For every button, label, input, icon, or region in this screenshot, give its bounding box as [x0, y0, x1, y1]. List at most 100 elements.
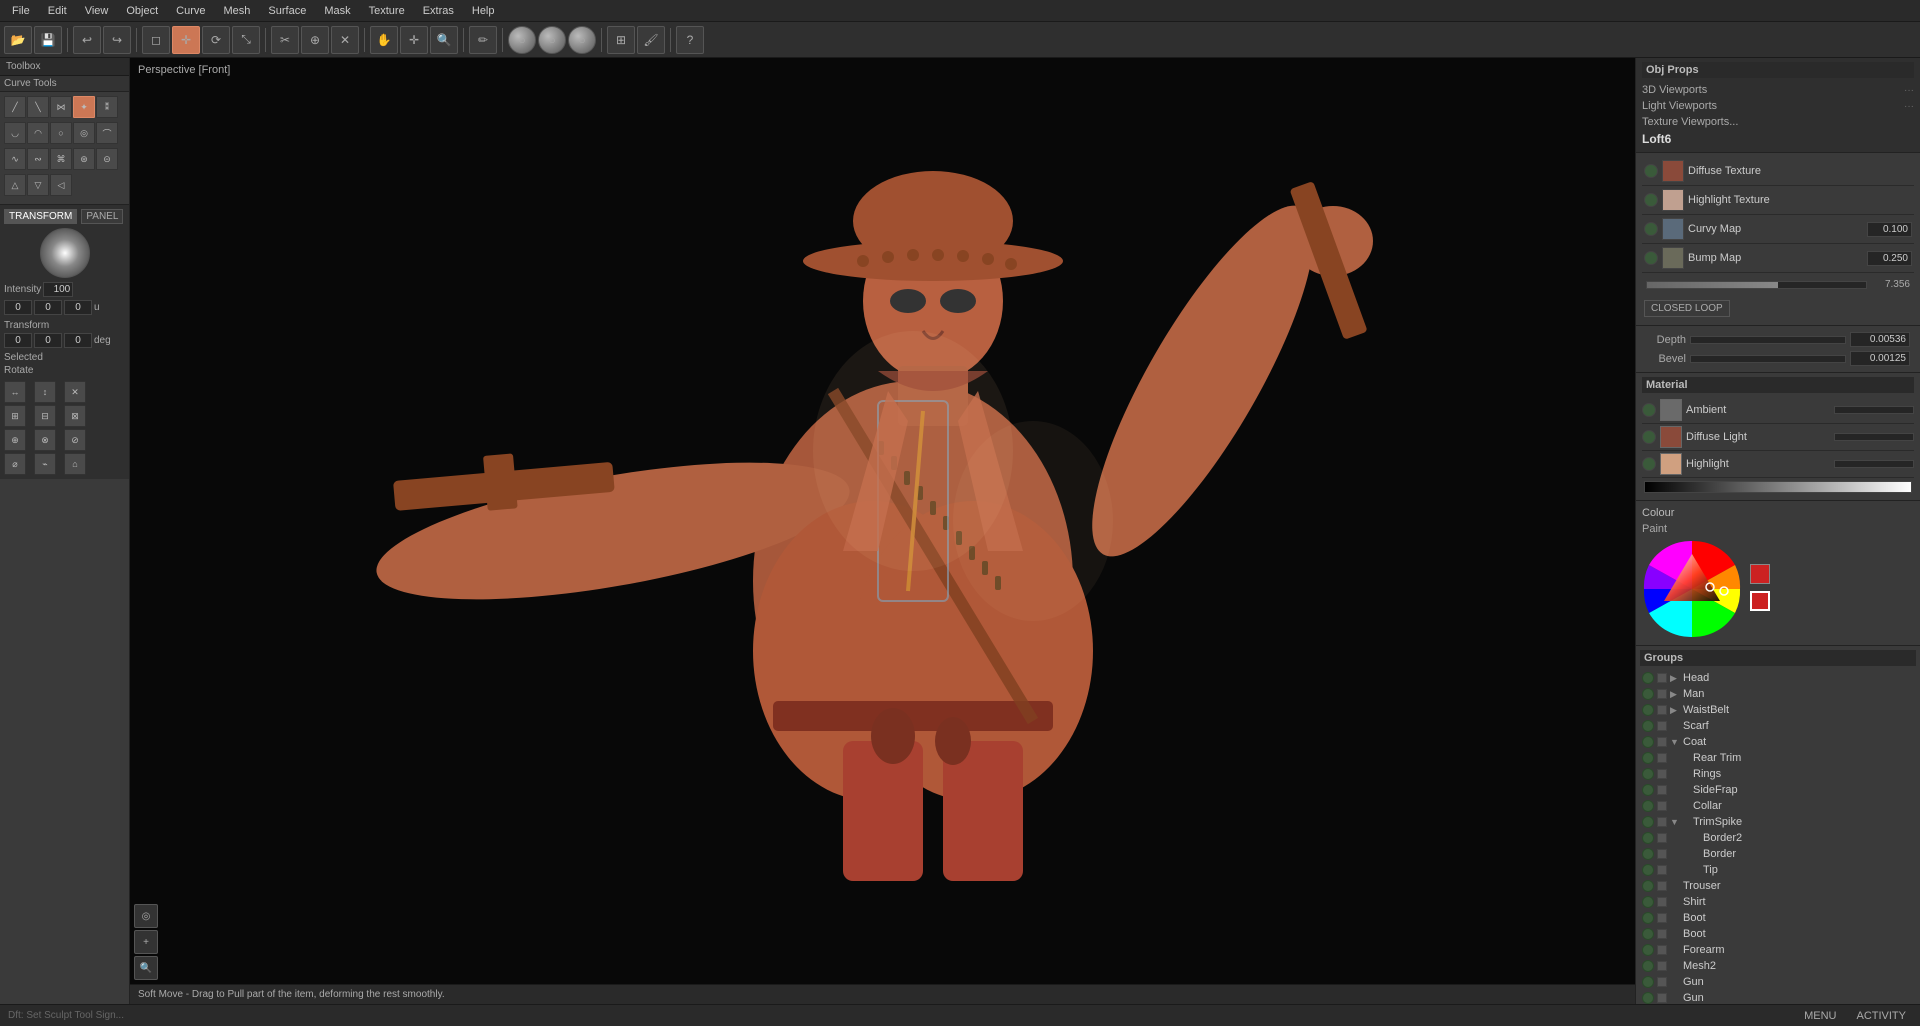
depth-val[interactable]: 0.00536 — [1850, 332, 1910, 347]
closed-loop-btn[interactable]: CLOSED LOOP — [1644, 300, 1730, 317]
tool-11[interactable]: ∿ — [4, 148, 26, 170]
toolbar-rotate[interactable]: ⟳ — [202, 26, 230, 54]
toolbar-sphere2[interactable]: ○ — [538, 26, 566, 54]
menu-bottom-btn[interactable]: MENU — [1798, 1010, 1842, 1022]
swatch-red[interactable] — [1750, 564, 1770, 584]
menu-curve[interactable]: Curve — [168, 3, 213, 19]
tool-4[interactable]: ✦ — [73, 96, 95, 118]
toolbar-sphere3[interactable]: ○ — [568, 26, 596, 54]
toolbar-zoom[interactable]: 🔍 — [430, 26, 458, 54]
mat-eye-highlight[interactable] — [1642, 457, 1656, 471]
toolbar-add[interactable]: ⊕ — [301, 26, 329, 54]
group-eye-coat[interactable] — [1642, 736, 1654, 748]
group-eye-mesh2[interactable] — [1642, 960, 1654, 972]
z-input[interactable] — [64, 300, 92, 315]
y-input[interactable] — [34, 300, 62, 315]
ti-3[interactable]: ✕ — [64, 381, 86, 403]
group-eye-reartrim[interactable] — [1642, 752, 1654, 764]
group-eye-gun1[interactable] — [1642, 976, 1654, 988]
z2-input[interactable] — [64, 333, 92, 348]
viewport[interactable]: Perspective [Front] — [130, 58, 1635, 1004]
tool-1[interactable]: ╱ — [4, 96, 26, 118]
tex-eye-curvy[interactable] — [1644, 222, 1658, 236]
group-trimspike[interactable]: ▼ TrimSpike — [1640, 814, 1916, 830]
toolbar-sphere1[interactable]: ○ — [508, 26, 536, 54]
toolbar-navigate[interactable]: ✛ — [400, 26, 428, 54]
vp-texture-label[interactable]: Texture Viewports... — [1642, 116, 1738, 128]
tool-14[interactable]: ⊛ — [73, 148, 95, 170]
toolbar-cut[interactable]: ✂ — [271, 26, 299, 54]
menu-edit[interactable]: Edit — [40, 3, 75, 19]
compass-icon[interactable]: ◎ — [134, 904, 158, 928]
group-eye-tip[interactable] — [1642, 864, 1654, 876]
group-gun2[interactable]: Gun — [1640, 990, 1916, 1004]
group-eye-forearm[interactable] — [1642, 944, 1654, 956]
toolbar-save[interactable]: 💾 — [34, 26, 62, 54]
group-eye-scarf[interactable] — [1642, 720, 1654, 732]
tool-8[interactable]: ○ — [50, 122, 72, 144]
toolbar-paint[interactable]: 🖌 — [637, 26, 665, 54]
group-eye-shirt[interactable] — [1642, 896, 1654, 908]
bevel-val[interactable]: 0.00125 — [1850, 351, 1910, 366]
tool-2[interactable]: ╲ — [27, 96, 49, 118]
ti-12[interactable]: ⌂ — [64, 453, 86, 475]
toolbar-select[interactable]: ◻ — [142, 26, 170, 54]
group-man[interactable]: ▶ Man — [1640, 686, 1916, 702]
group-eye-gun2[interactable] — [1642, 992, 1654, 1004]
tool-6[interactable]: ◡ — [4, 122, 26, 144]
activity-btn[interactable]: ACTIVITY — [1850, 1010, 1912, 1022]
group-eye-boot1[interactable] — [1642, 912, 1654, 924]
group-eye-sidefrap[interactable] — [1642, 784, 1654, 796]
group-eye-border[interactable] — [1642, 848, 1654, 860]
group-head[interactable]: ▶ Head — [1640, 670, 1916, 686]
intensity-input[interactable]: 100 — [43, 282, 73, 297]
toolbar-scale[interactable]: ⤡ — [232, 26, 260, 54]
group-eye-trimspike[interactable] — [1642, 816, 1654, 828]
group-eye-head[interactable] — [1642, 672, 1654, 684]
zoom-in-icon[interactable]: + — [134, 930, 158, 954]
y2-input[interactable] — [34, 333, 62, 348]
tex-eye-diffuse[interactable] — [1644, 164, 1658, 178]
diffuse-slider[interactable] — [1834, 433, 1914, 441]
menu-texture[interactable]: Texture — [361, 3, 413, 19]
ti-4[interactable]: ⊞ — [4, 405, 26, 427]
tool-12[interactable]: ∾ — [27, 148, 49, 170]
menu-object[interactable]: Object — [118, 3, 166, 19]
menu-file[interactable]: File — [4, 3, 38, 19]
zoom-out-icon[interactable]: 🔍 — [134, 956, 158, 980]
group-border2[interactable]: Border2 — [1640, 830, 1916, 846]
toolbar-open[interactable]: 📂 — [4, 26, 32, 54]
toolbar-undo[interactable]: ↩ — [73, 26, 101, 54]
bump-slider[interactable] — [1646, 281, 1867, 289]
toolbar-help[interactable]: ? — [676, 26, 704, 54]
toolbar-grid[interactable]: ⊞ — [607, 26, 635, 54]
group-gun1[interactable]: Gun — [1640, 974, 1916, 990]
group-border[interactable]: Border — [1640, 846, 1916, 862]
transform-tab[interactable]: TRANSFORM — [4, 209, 77, 224]
group-eye-rings[interactable] — [1642, 768, 1654, 780]
ambient-slider[interactable] — [1834, 406, 1914, 414]
tool-16[interactable]: △ — [4, 174, 26, 196]
x2-input[interactable] — [4, 333, 32, 348]
bevel-slider[interactable] — [1690, 355, 1846, 363]
swatch-current[interactable] — [1750, 591, 1770, 611]
depth-slider[interactable] — [1690, 336, 1846, 344]
ti-1[interactable]: ↔ — [4, 381, 26, 403]
group-eye-border2[interactable] — [1642, 832, 1654, 844]
menu-view[interactable]: View — [77, 3, 117, 19]
tool-13[interactable]: ⌘ — [50, 148, 72, 170]
group-boot1[interactable]: Boot — [1640, 910, 1916, 926]
group-collar[interactable]: Collar — [1640, 798, 1916, 814]
group-forearm[interactable]: Forearm — [1640, 942, 1916, 958]
ti-10[interactable]: ⌀ — [4, 453, 26, 475]
tool-9[interactable]: ◎ — [73, 122, 95, 144]
bump-texture-val[interactable]: 0.250 — [1867, 251, 1912, 266]
group-waistbelt[interactable]: ▶ WaistBelt — [1640, 702, 1916, 718]
tool-7[interactable]: ◠ — [27, 122, 49, 144]
vp-light-label[interactable]: Light Viewports — [1642, 100, 1717, 112]
toolbar-redo[interactable]: ↪ — [103, 26, 131, 54]
ti-2[interactable]: ↕ — [34, 381, 56, 403]
group-mesh2[interactable]: Mesh2 — [1640, 958, 1916, 974]
toolbar-delete[interactable]: ✕ — [331, 26, 359, 54]
group-tip[interactable]: Tip — [1640, 862, 1916, 878]
